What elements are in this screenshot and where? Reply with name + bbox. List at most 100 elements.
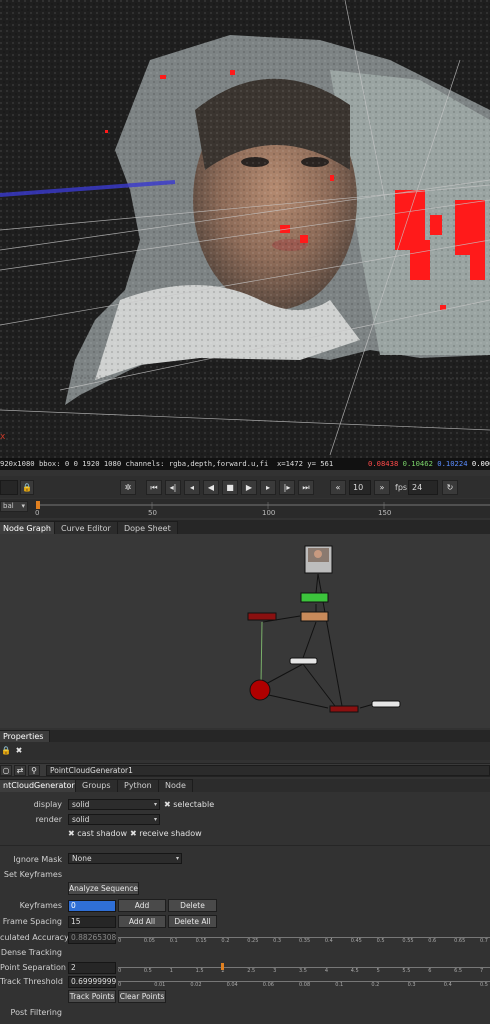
step-forward-icon[interactable]: ▸ [260,480,276,495]
toggle-icon[interactable]: ○ [0,765,12,776]
slider-tick-label: 0.2 [221,938,230,944]
slider-tick-label: 0.55 [402,938,414,944]
analyze-sequence-button[interactable]: Analyze Sequence [68,882,139,895]
orange-node[interactable] [300,611,329,622]
node-color-icon[interactable]: ⚲ [28,765,40,776]
slider-tick-label: 0 [118,968,122,974]
tick-150: 150 [378,509,392,517]
delete-button[interactable]: Delete [168,899,217,912]
slider-tick-label: 0.04 [226,982,238,988]
clear-points-button[interactable]: Clear Points [118,990,166,1003]
chevron-down-icon: ▾ [153,816,157,823]
link-icon[interactable]: ⇄ [14,765,26,776]
cursor-coords: x=1472 y= 561 [276,459,334,468]
calculated-accuracy-label: culated Accuracy [0,933,69,942]
slider-tick-label: 0 [118,982,122,988]
jump-forward-icon[interactable]: » [374,480,390,495]
properties-tab-bar: Properties [0,730,490,742]
play-forward-icon[interactable]: ▶ [241,480,257,495]
tab-curve-editor[interactable]: Curve Editor [54,521,118,534]
slider-tick-label: 6 [428,968,432,974]
tab-properties[interactable]: Properties [0,730,51,742]
render-node[interactable] [329,705,359,713]
track-threshold-field[interactable]: 0.69999999 [68,976,116,988]
track-points-button[interactable]: Track Points [68,990,116,1003]
node-graph[interactable] [0,534,490,728]
slider-tick-label: 0.65 [454,938,466,944]
track-threshold-label: Track Threshold [0,977,63,986]
display-value: solid [72,800,90,809]
selectable-checkbox[interactable]: ✖ selectable [164,800,214,809]
slider-tick-label: 0.02 [190,982,202,988]
slider-tick-label: 7 [480,968,484,974]
read-node[interactable] [304,545,333,574]
selectable-label: selectable [173,800,215,809]
fps-field[interactable]: 24 [408,480,438,495]
delete-all-button[interactable]: Delete All [168,915,217,928]
node-name-field[interactable]: PointCloudGenerator1 [46,765,490,776]
slider-tick-label: 0.4 [443,982,452,988]
tick-0: 0 [35,509,40,517]
slider-tick-label: 3 [273,968,277,974]
ignore-mask-select[interactable]: None ▾ [68,853,182,864]
skip-end-icon[interactable]: ⏭ [298,480,314,495]
keyframes-label: Keyframes [19,901,62,910]
timeline[interactable]: bal ▾ 0 50 100 150 [0,499,490,518]
keyframes-field[interactable]: 0 [68,900,116,912]
alpha-value: 0.000 [471,459,490,468]
slider-tick-label: 0.4 [324,938,333,944]
slider-tick-label: 0.06 [262,982,274,988]
tab-pointcloudgenerator[interactable]: ntCloudGenerator [0,779,82,792]
point-separation-slider[interactable]: 0 0.5 1 1.5 2 2.5 3 3.5 4 4.5 5 5.5 6 6.5 7 [118,962,490,974]
tab-node-graph[interactable]: Node Graph [0,521,58,534]
point-separation-field[interactable]: 2 [68,962,116,974]
slider-tick-label: 0 [118,938,122,944]
slider-tick-label: 3.5 [299,968,307,974]
slider-handle[interactable] [221,963,225,970]
node-header: ○ ⇄ ⚲ PointCloudGenerator1 [0,763,490,777]
receive-shadow-checkbox[interactable]: ✖ receive shadow [130,829,202,838]
increment-field[interactable]: 10 [349,480,371,495]
step-back-icon[interactable]: ◂ [184,480,200,495]
cast-shadow-checkbox[interactable]: ✖ cast shadow [68,829,127,838]
play-back-icon[interactable]: ◀ [203,480,219,495]
lock-icon[interactable]: 🔒 [20,480,34,495]
loop-icon[interactable]: ↻ [442,480,458,495]
properties-toolbar: 🔒 ✖ [0,742,490,760]
camera-node[interactable] [289,657,318,665]
display-select[interactable]: solid ▾ [68,799,160,810]
frame-field[interactable] [0,480,18,495]
jump-back-icon[interactable]: « [330,480,346,495]
tab-dope-sheet[interactable]: Dope Sheet [117,521,178,534]
chevron-down-icon: ▾ [175,855,179,862]
slider-tick-label: 0.1 [169,938,178,944]
accuracy-slider: 0 0.05 0.1 0.15 0.2 0.25 0.3 0.35 0.4 0.45 0.5 0.55… [118,932,490,944]
frame-spacing-field[interactable]: 15 [68,916,116,928]
track-threshold-slider[interactable]: 0 0.01 0.02 0.04 0.06 0.08 0.1 0.2 0.3 0.4 0.5 [118,976,490,988]
render-select[interactable]: solid ▾ [68,814,160,825]
post-filtering-label: Post Filtering [10,1008,62,1017]
tab-groups[interactable]: Groups [75,779,118,792]
add-all-button[interactable]: Add All [118,915,166,928]
close-panels-icon[interactable]: ✖ [13,744,25,757]
red-value: 0.08438 [368,459,399,468]
scene-node[interactable] [249,679,271,701]
next-keyframe-icon[interactable]: |▸ [279,480,295,495]
pointcloud-node[interactable] [247,612,277,621]
point-separation-label: Point Separation [0,963,66,972]
tab-python[interactable]: Python [117,779,159,792]
prev-keyframe-icon[interactable]: ◂| [165,480,181,495]
stop-icon[interactable]: ■ [222,480,238,495]
3d-viewer[interactable]: x [0,0,490,458]
tab-node[interactable]: Node [158,779,193,792]
viewer-node[interactable] [371,700,401,708]
viewer-info-bar: 920x1080 bbox: 0 0 1920 1080 channels: r… [0,458,490,470]
slider-tick-label: 5 [376,968,380,974]
slider-tick-label: 1 [169,968,173,974]
gear-icon[interactable]: ✲ [120,480,136,495]
add-button[interactable]: Add [118,899,166,912]
skip-start-icon[interactable]: ⏮ [146,480,162,495]
slider-tick-label: 1.5 [195,968,204,974]
green-node[interactable] [300,592,329,603]
lock-icon[interactable]: 🔒 [0,744,12,757]
